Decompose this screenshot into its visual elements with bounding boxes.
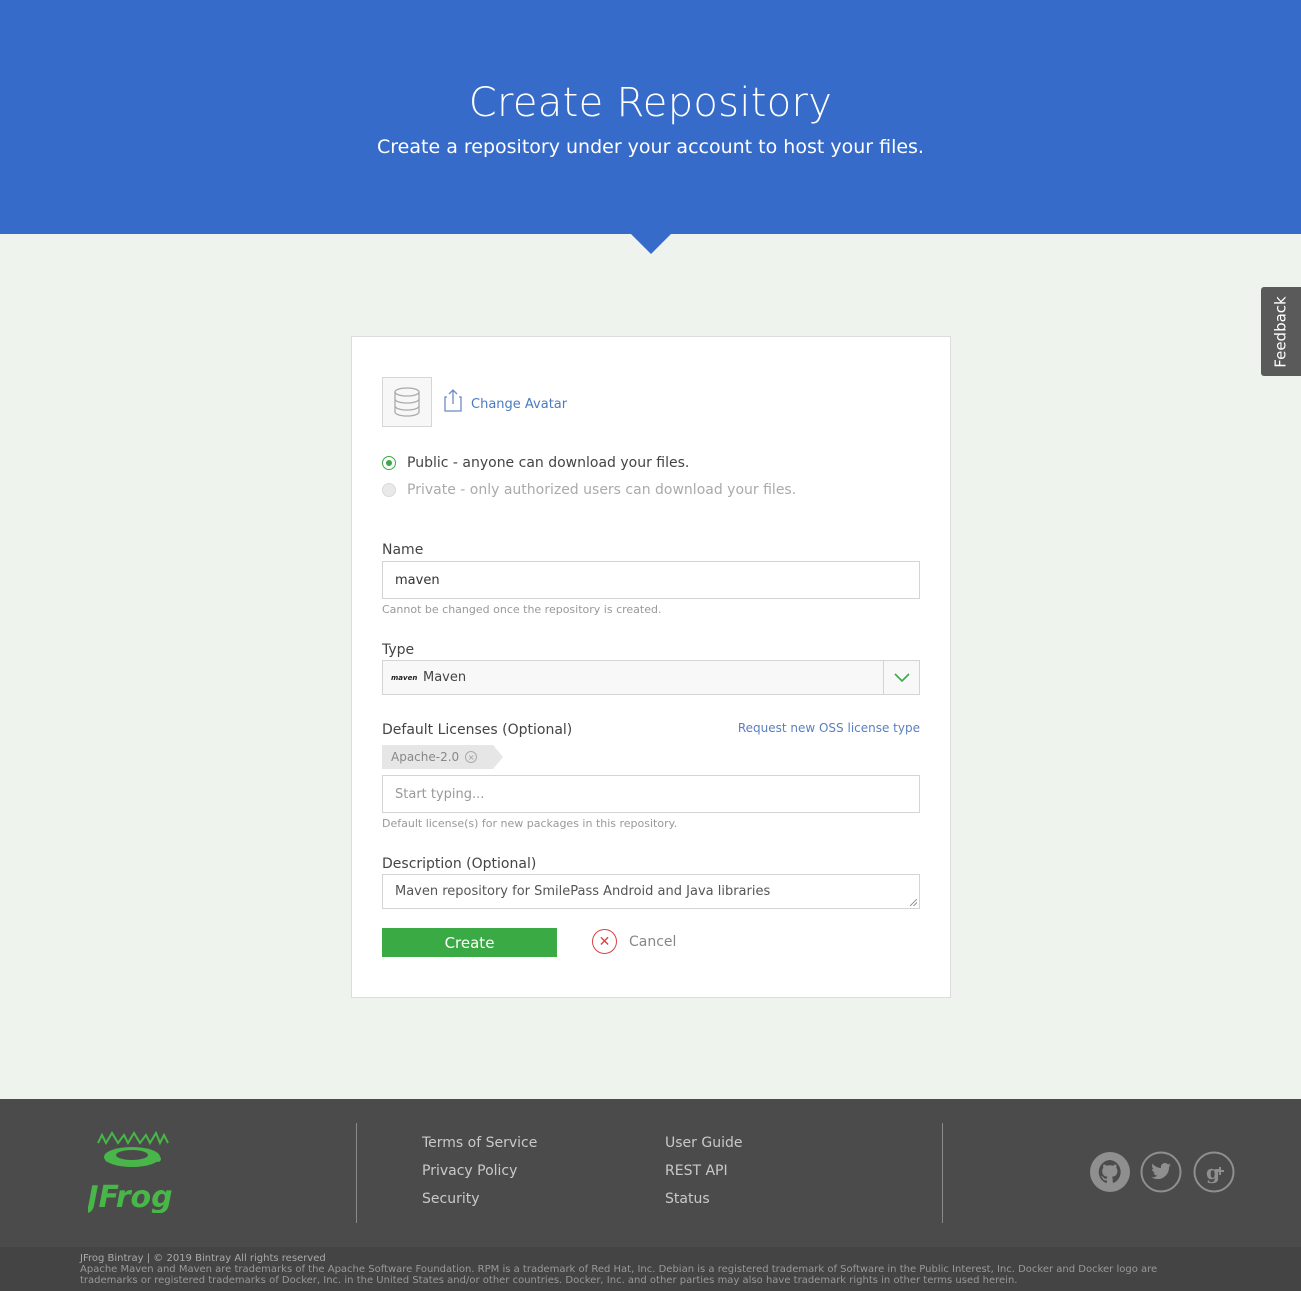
- footer-divider: [356, 1123, 357, 1223]
- private-radio-label: Private - only authorized users can down…: [407, 482, 797, 498]
- terms-link[interactable]: Terms of Service: [422, 1135, 537, 1151]
- repository-avatar: [382, 377, 432, 427]
- change-avatar-link[interactable]: Change Avatar: [471, 397, 567, 412]
- header-pointer: [631, 234, 671, 254]
- cancel-button[interactable]: ✕ Cancel: [592, 929, 676, 954]
- resize-handle[interactable]: [910, 899, 917, 906]
- public-radio-label: Public - anyone can download your files.: [407, 455, 690, 471]
- type-label: Type: [382, 642, 415, 658]
- feedback-label: Feedback: [1272, 295, 1290, 368]
- page-title: Create Repository: [468, 80, 833, 126]
- name-input-value: maven: [395, 572, 440, 588]
- google-plus-icon[interactable]: g: [1193, 1151, 1235, 1193]
- close-icon: ✕: [592, 929, 617, 954]
- visibility-private-option[interactable]: Private - only authorized users can down…: [382, 482, 796, 498]
- upload-icon[interactable]: [444, 388, 462, 412]
- license-search-placeholder: Start typing...: [395, 786, 485, 802]
- twitter-icon[interactable]: [1140, 1151, 1182, 1193]
- feedback-tab[interactable]: Feedback: [1261, 287, 1301, 376]
- footer-divider: [942, 1123, 943, 1223]
- description-label: Description (Optional): [382, 856, 537, 872]
- trademark-text: Apache Maven and Maven are trademarks of…: [80, 1264, 1158, 1286]
- github-icon[interactable]: [1089, 1151, 1131, 1193]
- create-button[interactable]: Create: [382, 928, 557, 957]
- description-value: Maven repository for SmilePass Android a…: [395, 884, 771, 899]
- description-textarea[interactable]: Maven repository for SmilePass Android a…: [382, 874, 920, 909]
- jfrog-logo[interactable]: JFrog: [88, 1131, 172, 1213]
- logo-wordmark: JFrog: [88, 1180, 172, 1213]
- visibility-public-option[interactable]: Public - anyone can download your files.: [382, 455, 689, 471]
- cancel-label: Cancel: [629, 933, 677, 950]
- name-label: Name: [382, 542, 424, 558]
- name-input[interactable]: maven: [382, 561, 920, 599]
- status-link[interactable]: Status: [665, 1191, 710, 1207]
- rest-api-link[interactable]: REST API: [665, 1163, 728, 1179]
- type-select-value: Maven: [423, 670, 467, 685]
- private-radio[interactable]: [382, 483, 396, 497]
- maven-logo-icon: maven: [391, 674, 418, 682]
- type-dropdown-toggle[interactable]: [883, 661, 919, 694]
- name-hint: Cannot be changed once the repository is…: [382, 603, 662, 616]
- create-repository-form: Change Avatar Public - anyone can downlo…: [351, 336, 951, 998]
- license-tag: Apache-2.0 ×: [382, 745, 504, 769]
- legal-footer: JFrog Bintray | © 2019 Bintray All right…: [0, 1247, 1301, 1291]
- licenses-hint: Default license(s) for new packages in t…: [382, 817, 678, 830]
- type-select[interactable]: maven Maven: [382, 660, 920, 695]
- page-subtitle: Create a repository under your account t…: [377, 136, 924, 158]
- database-icon: [394, 387, 420, 417]
- privacy-link[interactable]: Privacy Policy: [422, 1163, 517, 1179]
- page-header: Create Repository Create a repository un…: [0, 0, 1301, 234]
- public-radio[interactable]: [382, 456, 396, 470]
- chevron-down-icon: [893, 672, 910, 682]
- license-tag-label: Apache-2.0: [391, 750, 460, 764]
- site-footer: JFrog Terms of Service Privacy Policy Se…: [0, 1099, 1301, 1247]
- security-link[interactable]: Security: [422, 1191, 480, 1207]
- licenses-label: Default Licenses (Optional): [382, 722, 573, 738]
- request-license-link[interactable]: Request new OSS license type: [738, 721, 920, 735]
- remove-tag-icon[interactable]: ×: [465, 751, 478, 763]
- copyright-text: JFrog Bintray | © 2019 Bintray All right…: [80, 1253, 326, 1264]
- user-guide-link[interactable]: User Guide: [665, 1135, 742, 1151]
- license-search-input[interactable]: Start typing...: [382, 775, 920, 813]
